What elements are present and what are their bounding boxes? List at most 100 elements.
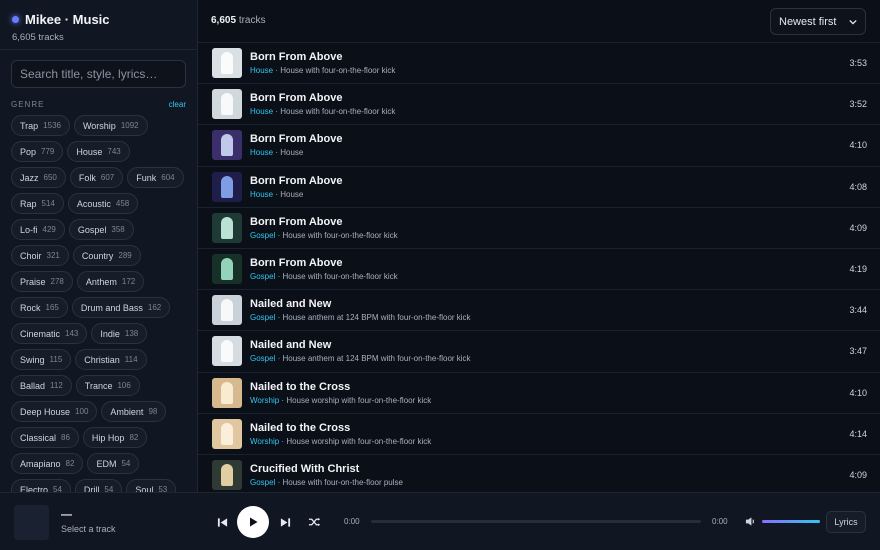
- genre-chip[interactable]: Jazz 650: [11, 167, 66, 188]
- track-title: Born From Above: [250, 174, 343, 187]
- track-meta: Nailed and New Gospel · House anthem at 1…: [250, 298, 849, 322]
- track-subtitle: Gospel · House with four-on-the-floor ki…: [250, 231, 849, 240]
- brand-row: Mikee · Music: [12, 12, 185, 27]
- track-row[interactable]: Born From Above House · House with four-o…: [198, 43, 880, 85]
- track-row[interactable]: Nailed and New Gospel · House anthem at 1…: [198, 290, 880, 332]
- genre-chip[interactable]: Ambient 98: [101, 401, 167, 422]
- track-row[interactable]: Nailed to the Cross Worship · House worsh…: [198, 414, 880, 455]
- sidebar: Mikee · Music 6,605 tracks GENRE clear T…: [0, 0, 198, 492]
- genre-chip[interactable]: Drum and Bass 162: [71, 297, 171, 318]
- genre-chip[interactable]: Worship 1092: [73, 115, 148, 136]
- genre-chip-count: 779: [41, 147, 55, 156]
- artwork-glow: [221, 52, 233, 75]
- genre-chip[interactable]: Trance 106: [75, 375, 140, 396]
- genre-chip[interactable]: Cinematic 143: [11, 323, 88, 344]
- genre-chip[interactable]: Folk 607: [69, 167, 124, 188]
- track-row[interactable]: Born From Above House · House 4:08: [198, 167, 880, 208]
- track-genre: House: [250, 189, 274, 199]
- genre-chip-label: Acoustic: [76, 198, 111, 209]
- track-meta: Nailed and New Gospel · House anthem at 1…: [250, 339, 849, 363]
- genre-chip[interactable]: Country 289: [72, 245, 141, 266]
- track-style: House with four-on-the-floor kick: [282, 272, 398, 282]
- genre-chip-count: 289: [118, 251, 132, 260]
- genre-chip-count: 112: [50, 381, 63, 390]
- genre-chip[interactable]: Anthem 172: [76, 271, 145, 292]
- track-row[interactable]: Nailed and New Gospel · House anthem at 1…: [198, 331, 880, 373]
- sort-select-value: Newest first: [779, 15, 837, 28]
- track-duration: 4:10: [849, 140, 867, 151]
- genre-chip-label: House: [76, 146, 103, 157]
- track-subtitle: House · House with four-on-the-floor kic…: [250, 107, 849, 116]
- next-button[interactable]: [277, 514, 293, 530]
- genre-chip[interactable]: Christian 114: [75, 349, 147, 370]
- genre-header: GENRE clear: [0, 88, 197, 109]
- genre-chip[interactable]: Swing 115: [11, 349, 72, 370]
- genre-chip[interactable]: Classical 86: [11, 427, 79, 448]
- genre-chip[interactable]: Trap 1536: [11, 115, 70, 136]
- skip-next-icon: [280, 517, 290, 527]
- track-duration: 4:19: [849, 264, 867, 275]
- genre-chip[interactable]: Choir 321: [11, 245, 69, 266]
- genre-chip-label: Christian: [84, 354, 120, 365]
- genre-chip-count: 54: [53, 485, 62, 492]
- artwork-glow: [221, 216, 233, 239]
- play-button[interactable]: [237, 506, 269, 538]
- artwork-glow: [221, 258, 233, 281]
- genre-chip[interactable]: Indie 138: [91, 323, 148, 344]
- genre-chip[interactable]: Soul 53: [126, 479, 177, 493]
- track-row[interactable]: Crucified With Christ Gospel · House with…: [198, 455, 880, 492]
- genre-chip[interactable]: Praise 278: [11, 271, 73, 292]
- track-style: House with four-on-the-floor pulse: [282, 477, 403, 487]
- genre-chip-label: Anthem: [85, 276, 117, 287]
- genre-chip[interactable]: House 743: [67, 141, 130, 162]
- genre-chip[interactable]: Deep House 100: [11, 401, 98, 422]
- track-row[interactable]: Born From Above Gospel · House with four-…: [198, 208, 880, 249]
- sort-select[interactable]: Newest first: [770, 8, 866, 35]
- track-duration: 4:08: [849, 181, 867, 192]
- genre-chip[interactable]: Amapiano 82: [11, 453, 84, 474]
- artwork-glow: [221, 422, 233, 445]
- genre-chip[interactable]: Gospel 358: [68, 219, 134, 240]
- genre-chip-label: Gospel: [77, 224, 107, 235]
- genre-chip[interactable]: Drill 54: [74, 479, 123, 492]
- app: Mikee · Music 6,605 tracks GENRE clear T…: [0, 0, 880, 492]
- search-input[interactable]: [11, 60, 186, 88]
- clear-genre-button[interactable]: clear: [169, 100, 186, 109]
- genre-chip[interactable]: Pop 779: [11, 141, 64, 162]
- track-duration: 3:44: [849, 305, 867, 316]
- track-duration: 3:47: [849, 346, 867, 357]
- genre-chip[interactable]: EDM 54: [87, 453, 140, 474]
- genre-chip[interactable]: Electro 54: [11, 479, 71, 492]
- genre-chip-list: Trap 1536 Worship 1092 Pop 779 House 743 Jazz 650…: [0, 109, 197, 492]
- track-title: Born From Above: [250, 257, 343, 270]
- genre-chip-count: 138: [124, 329, 139, 338]
- brand-title: Mikee · Music: [25, 12, 110, 27]
- genre-chip-label: Soul: [135, 484, 154, 493]
- genre-chip[interactable]: Hip Hop 82: [82, 427, 148, 448]
- genre-chip[interactable]: Rap 514: [11, 193, 64, 214]
- track-count: 6,605 tracks: [211, 15, 265, 26]
- track-row[interactable]: Born From Above Gospel · House with four-…: [198, 249, 880, 291]
- genre-chip[interactable]: Acoustic 458: [67, 193, 139, 214]
- genre-chip[interactable]: Rock 165: [11, 297, 68, 318]
- genre-chip[interactable]: Lo-fi 429: [11, 219, 65, 240]
- genre-chip-count: 162: [147, 303, 162, 312]
- green-arch-icon: [212, 254, 242, 285]
- genre-chip-count: 650: [43, 173, 57, 182]
- progress-slider[interactable]: [371, 520, 701, 523]
- track-row[interactable]: Born From Above House · House with four-o…: [198, 84, 880, 126]
- track-row[interactable]: Nailed to the Cross Worship · House worsh…: [198, 373, 880, 414]
- genre-chip[interactable]: Ballad 112: [11, 375, 72, 396]
- track-subtitle: House · House with four-on-the-floor kic…: [250, 66, 849, 75]
- mute-button[interactable]: [743, 514, 757, 528]
- previous-button[interactable]: [214, 514, 230, 530]
- track-title: Nailed and New: [250, 298, 332, 311]
- genre-chip-count: 82: [129, 433, 139, 442]
- genre-chip[interactable]: Funk 604: [127, 167, 184, 188]
- volume-slider[interactable]: [762, 520, 820, 523]
- lyrics-button[interactable]: Lyrics: [826, 511, 866, 533]
- track-row[interactable]: Born From Above House · House 4:10: [198, 125, 880, 167]
- shuffle-button[interactable]: [306, 514, 322, 530]
- track-title: Born From Above: [250, 51, 343, 64]
- now-playing-title: —: [61, 509, 72, 521]
